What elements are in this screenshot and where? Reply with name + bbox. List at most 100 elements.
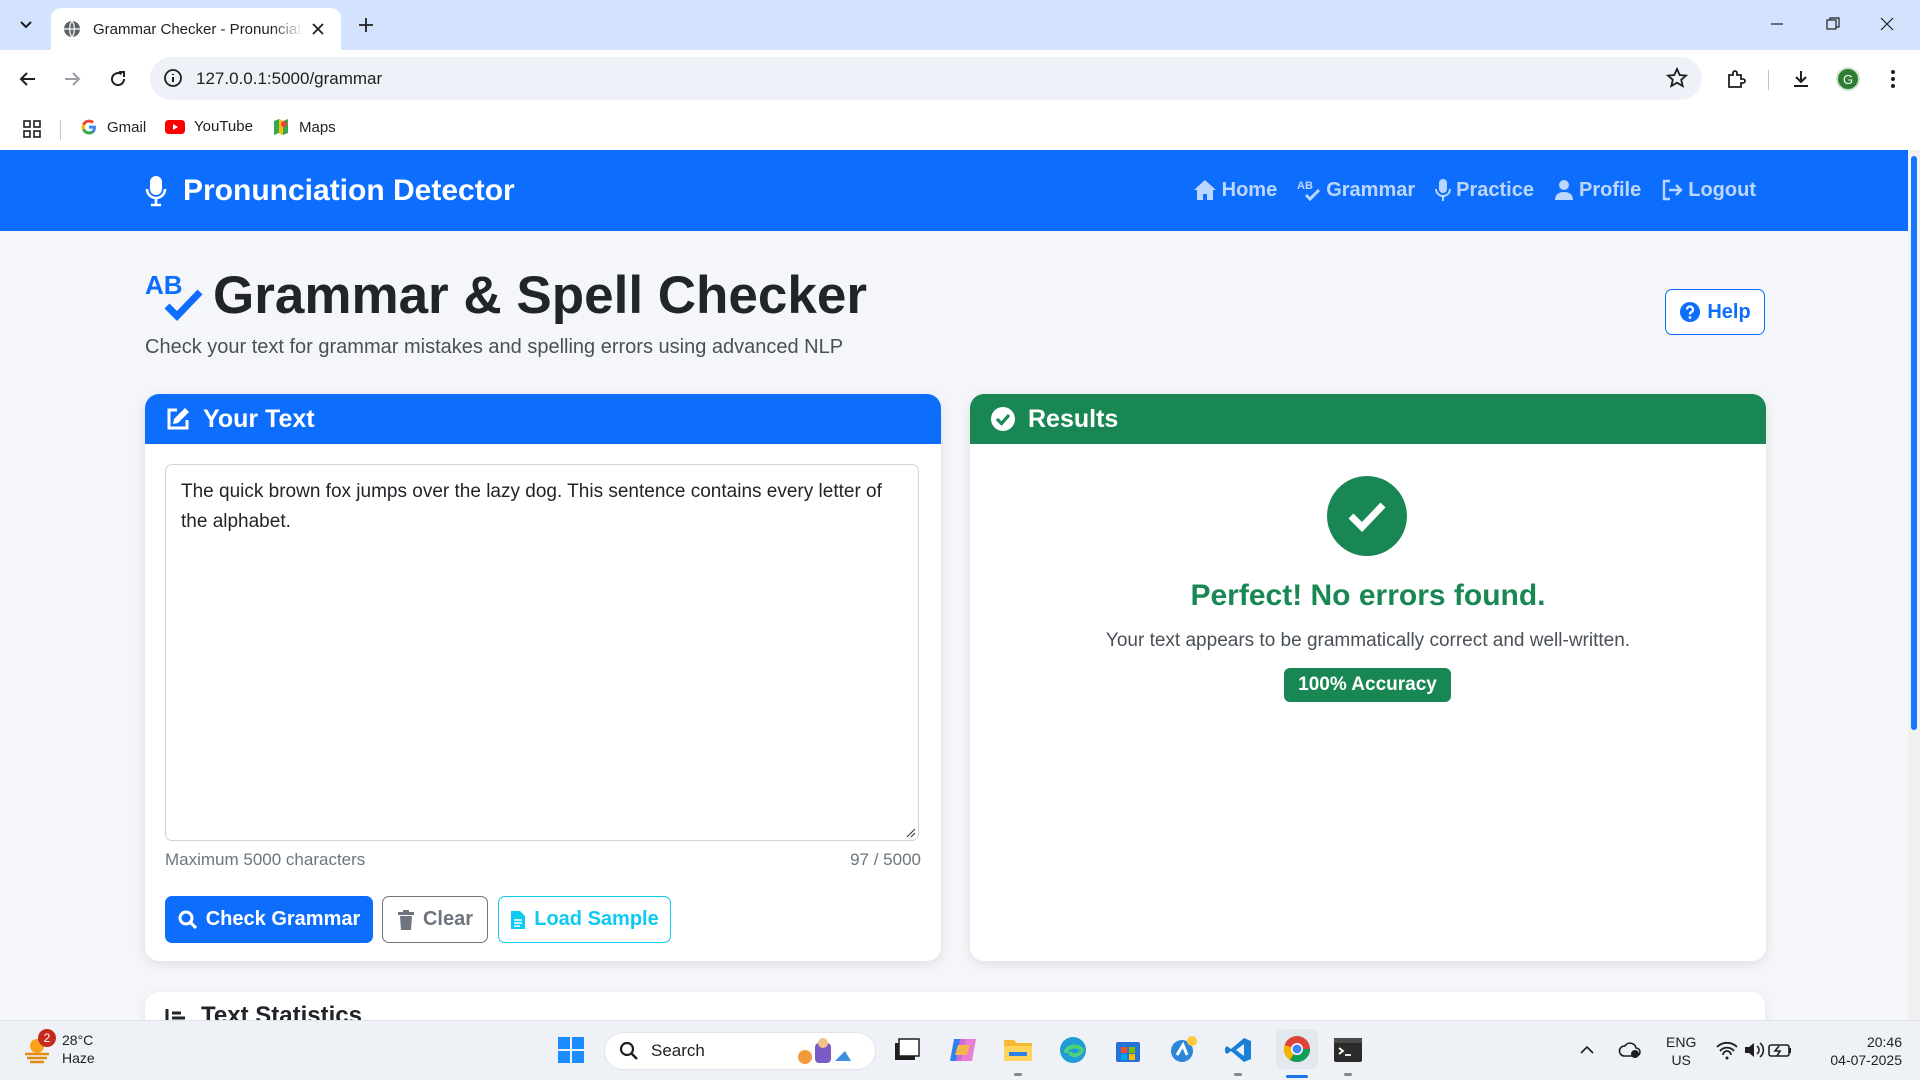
- language-code: ENG: [1666, 1034, 1697, 1050]
- python-icon: [1171, 1036, 1197, 1062]
- logout-icon: [1663, 179, 1683, 201]
- onedrive-tray-icon[interactable]: [1616, 1033, 1644, 1067]
- bookmark-gmail[interactable]: Gmail: [80, 118, 146, 136]
- text-input[interactable]: The quick brown fox jumps over the lazy …: [165, 464, 919, 841]
- help-button[interactable]: Help: [1665, 289, 1765, 335]
- language-indicator[interactable]: ENG US: [1666, 1033, 1696, 1069]
- results-card-header: Results: [970, 394, 1766, 444]
- vscode-app[interactable]: [1221, 1033, 1255, 1067]
- load-sample-button[interactable]: Load Sample: [498, 896, 671, 943]
- resize-grip-icon[interactable]: [906, 828, 916, 838]
- brand-link[interactable]: Pronunciation Detector: [145, 174, 515, 208]
- region-code: US: [1671, 1052, 1691, 1068]
- svg-text:AB: AB: [145, 270, 183, 300]
- list-icon: [165, 1009, 185, 1020]
- taskbar-search[interactable]: Search: [604, 1032, 876, 1070]
- nav-link-logout[interactable]: Logout: [1661, 178, 1756, 202]
- extensions-button[interactable]: [1720, 63, 1752, 95]
- nav-link-practice[interactable]: Practice: [1435, 178, 1534, 202]
- nav-link-home[interactable]: Home: [1193, 178, 1278, 202]
- search-icon: [178, 910, 197, 929]
- accuracy-badge: 100% Accuracy: [1284, 668, 1451, 702]
- input-card: Your Text The quick brown fox jumps over…: [145, 394, 941, 961]
- reload-button[interactable]: [102, 63, 134, 95]
- results-card-title: Results: [1028, 404, 1119, 433]
- tab-close-icon[interactable]: [307, 18, 329, 40]
- avatar: G: [1836, 67, 1860, 91]
- bookmarks-bar: Gmail YouTube Maps: [0, 108, 1920, 150]
- nav-link-label: Profile: [1579, 178, 1642, 201]
- downloads-button[interactable]: [1785, 63, 1817, 95]
- bookmark-star-icon[interactable]: [1665, 66, 1689, 89]
- char-limit-hint: Maximum 5000 characters: [165, 850, 366, 869]
- edge-app[interactable]: [1056, 1033, 1090, 1067]
- back-button[interactable]: [12, 63, 44, 95]
- check-circle-icon: [991, 407, 1015, 431]
- user-icon: [1555, 180, 1573, 200]
- arrow-right-icon: [65, 72, 81, 86]
- statistics-card: Text Statistics: [145, 992, 1765, 1020]
- edit-icon: [167, 408, 189, 430]
- store-app[interactable]: [1111, 1033, 1145, 1067]
- chevron-up-icon: [1580, 1045, 1594, 1054]
- weather-alert-badge: 2: [38, 1029, 56, 1047]
- nav-link-profile[interactable]: Profile: [1554, 178, 1641, 202]
- system-tray-quick-settings[interactable]: [1714, 1033, 1794, 1067]
- clock[interactable]: 20:46 04-07-2025: [1812, 1033, 1902, 1069]
- restore-button[interactable]: [1813, 8, 1853, 40]
- browser-tab-bar: Grammar Checker - Pronunciation Detector: [0, 0, 1920, 50]
- terminal-app[interactable]: [1331, 1033, 1365, 1067]
- store-icon: [1116, 1042, 1140, 1062]
- browser-tab-active[interactable]: Grammar Checker - Pronunciation Detector: [51, 8, 341, 50]
- active-app-indicator: [1286, 1075, 1308, 1078]
- bookmark-label: YouTube: [194, 118, 253, 135]
- site-info-icon[interactable]: [162, 67, 184, 89]
- minimize-button[interactable]: [1757, 8, 1797, 40]
- show-hidden-icons-button[interactable]: [1575, 1033, 1599, 1067]
- results-card: Results Perfect! No errors found. Your t…: [970, 394, 1766, 961]
- tab-search-button[interactable]: [10, 9, 42, 41]
- bookmarks-divider: [60, 120, 61, 140]
- page-viewport: Pronunciation Detector Home AB Grammar P…: [0, 150, 1908, 1020]
- start-button[interactable]: [554, 1033, 588, 1067]
- profile-button[interactable]: G: [1832, 63, 1864, 95]
- address-bar[interactable]: 127.0.0.1:5000/grammar: [150, 57, 1702, 100]
- forward-button[interactable]: [56, 63, 88, 95]
- check-grammar-button[interactable]: Check Grammar: [165, 896, 373, 943]
- nav-link-grammar[interactable]: AB Grammar: [1297, 178, 1415, 202]
- weather-widget[interactable]: 2 28°C Haze: [22, 1029, 95, 1067]
- load-sample-label: Load Sample: [534, 908, 659, 930]
- app-navbar: Pronunciation Detector Home AB Grammar P…: [0, 150, 1908, 231]
- nav-link-label: Grammar: [1326, 178, 1416, 201]
- question-circle-icon: [1680, 302, 1701, 322]
- clear-button[interactable]: Clear: [382, 896, 488, 943]
- running-indicator: [1234, 1073, 1242, 1076]
- close-window-button[interactable]: [1867, 8, 1907, 40]
- toolbar-divider: [1768, 70, 1769, 90]
- task-view-button[interactable]: [890, 1033, 924, 1067]
- windows-taskbar: 2 28°C Haze Search ENG US 20:46 04-07-20…: [0, 1020, 1920, 1080]
- folder-icon: [1004, 1040, 1032, 1061]
- spell-check-icon: AB: [1297, 180, 1321, 202]
- nav-link-label: Logout: [1688, 178, 1756, 201]
- chrome-app[interactable]: [1276, 1029, 1318, 1069]
- svg-text:AB: AB: [1297, 180, 1313, 192]
- file-explorer-app[interactable]: [1001, 1033, 1035, 1067]
- bookmark-youtube[interactable]: YouTube: [165, 118, 253, 135]
- page-scrollbar[interactable]: [1908, 150, 1920, 1020]
- input-card-title: Your Text: [203, 404, 315, 433]
- apps-grid-icon[interactable]: [22, 119, 42, 144]
- copilot-app[interactable]: [946, 1033, 980, 1067]
- statistics-card-title: Text Statistics: [201, 1002, 362, 1020]
- plus-icon: [359, 18, 373, 32]
- page-title: Grammar & Spell Checker: [213, 266, 867, 325]
- python-app[interactable]: [1166, 1033, 1200, 1067]
- nav-links: Home AB Grammar Practice Profile Logout: [1193, 178, 1756, 202]
- page-heading: AB Grammar & Spell Checker: [145, 265, 867, 326]
- new-tab-button[interactable]: [352, 11, 380, 39]
- menu-button[interactable]: [1877, 63, 1909, 95]
- bookmark-maps[interactable]: Maps: [272, 118, 336, 136]
- nav-link-label: Home: [1221, 178, 1278, 201]
- scrollbar-thumb[interactable]: [1911, 156, 1917, 730]
- close-icon: [1880, 17, 1894, 31]
